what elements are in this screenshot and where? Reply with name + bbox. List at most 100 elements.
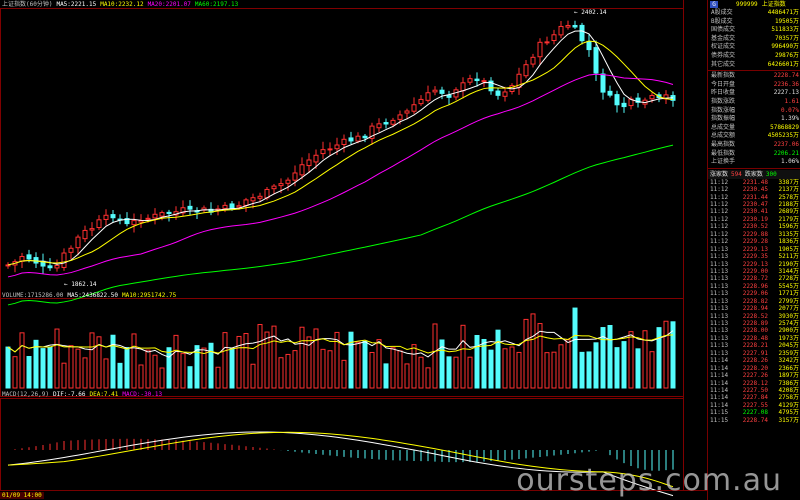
candle (446, 94, 452, 98)
candle (257, 195, 263, 199)
tick-row[interactable]: 11:12 2229.28 1836万 (708, 238, 800, 245)
volume-bar (558, 344, 564, 389)
volume-bar (208, 342, 214, 389)
tick-row[interactable]: 11:12 2231.44 2578万 (708, 194, 800, 201)
tick-row[interactable]: 11:14 2227.55 4129万 (708, 402, 800, 409)
candle (558, 25, 564, 36)
volume-header: VOLUME:1715286.00 MA5:2436822.50 MA10:2951… (2, 292, 180, 300)
tick-row[interactable]: 11:13 2228.72 2728万 (708, 275, 800, 282)
quote-row: 最低指数 2206.21 (711, 149, 799, 157)
volume-bar (663, 320, 669, 389)
tick-row[interactable]: 11:14 2227.84 2758万 (708, 394, 800, 401)
volume-bar (495, 329, 501, 389)
tick-row[interactable]: 11:12 2230.41 2689万 (708, 208, 800, 215)
tick-row[interactable]: 11:13 2228.94 2077万 (708, 305, 800, 312)
tick-row[interactable]: 11:13 2228.48 1973万 (708, 335, 800, 342)
candle (614, 94, 620, 106)
tick-row[interactable]: 11:15 2227.08 4795万 (708, 409, 800, 416)
volume-bar (124, 347, 130, 389)
volume-bar (579, 351, 585, 389)
candle (523, 64, 529, 77)
tick-row[interactable]: 11:13 2229.06 1771万 (708, 290, 800, 297)
candle (47, 265, 53, 269)
candle (299, 164, 305, 176)
tick-row[interactable]: 11:14 2228.20 2366万 (708, 365, 800, 372)
candle (327, 148, 333, 151)
ma5-label: MA5:2221.15 (56, 1, 97, 8)
grid-icon[interactable]: G (710, 1, 718, 8)
tick-row[interactable]: 11:13 2229.13 2190万 (708, 261, 800, 268)
tick-row[interactable]: 11:13 2228.21 2045万 (708, 342, 800, 349)
tick-row[interactable]: 11:14 2227.26 1897万 (708, 372, 800, 379)
turnover-stats: A股成交 4486471万 B股成交 19505万 国债成交 511833万 基金成交 703… (708, 9, 800, 69)
candle (222, 204, 228, 209)
tick-row[interactable]: 11:12 2230.45 2137万 (708, 186, 800, 193)
candle (187, 205, 193, 210)
tick-row[interactable]: 11:13 2228.96 5545万 (708, 283, 800, 290)
tick-row[interactable]: 11:12 2230.47 2188万 (708, 201, 800, 208)
tick-row[interactable]: 11:14 2227.50 4208万 (708, 387, 800, 394)
tick-row[interactable]: 11:13 2228.00 2900万 (708, 327, 800, 334)
volume-bar (432, 323, 438, 389)
high-annotation: ← 2402.14 (574, 9, 607, 16)
volume-bar (621, 341, 627, 389)
advance-decline: 涨家数 594 跌家数 300 (708, 169, 800, 179)
tick-row[interactable]: 11:13 2228.82 2799万 (708, 298, 800, 305)
index-code: 999999 (736, 1, 758, 8)
volume-bar (264, 331, 270, 389)
candle (502, 91, 508, 97)
candle (250, 197, 256, 202)
candle (313, 154, 319, 163)
tick-row[interactable]: 11:13 2228.52 3930万 (708, 313, 800, 320)
volume-bar (446, 356, 452, 389)
volume-bar (649, 351, 655, 389)
volume-bar (68, 345, 74, 389)
turnover-row: A股成交 4486471万 (711, 9, 799, 16)
tick-row[interactable]: 11:12 2231.48 3387万 (708, 179, 800, 186)
volume-bar (131, 333, 137, 389)
volume-bar (551, 351, 557, 389)
ma10-line (7, 40, 674, 266)
candle (390, 119, 396, 125)
tick-row[interactable]: 11:13 2228.89 2574万 (708, 320, 800, 327)
tick-row[interactable]: 11:12 2229.88 3135万 (708, 231, 800, 238)
volume-bar (544, 352, 550, 389)
candle (75, 236, 81, 249)
volume-bar (383, 363, 389, 389)
volume-ma5-label: MA5:2436822.50 (67, 292, 118, 299)
volume-bar (404, 363, 410, 389)
volume-bar (565, 339, 571, 389)
tick-row[interactable]: 11:13 2229.00 3144万 (708, 268, 800, 275)
candle (481, 80, 487, 83)
tick-list[interactable]: 11:12 2231.48 3387万 11:12 2230.45 2137万 11:12 2… (708, 179, 800, 424)
tick-row[interactable]: 11:13 2227.91 2359万 (708, 350, 800, 357)
candle (110, 214, 116, 219)
volume-bar (110, 334, 116, 389)
tick-row[interactable]: 11:13 2229.13 1905万 (708, 246, 800, 253)
volume-bar (488, 349, 494, 389)
tick-row[interactable]: 11:15 2228.74 3157万 (708, 417, 800, 424)
chart-area[interactable] (0, 0, 707, 500)
volume-bar (250, 363, 256, 389)
turnover-row: 权证成交 996490万 (711, 43, 799, 51)
tick-row[interactable]: 11:14 2228.12 7386万 (708, 380, 800, 387)
tick-row[interactable]: 11:14 2228.26 3242万 (708, 357, 800, 364)
tick-row[interactable]: 11:12 2230.19 2179万 (708, 216, 800, 223)
volume-bar (481, 338, 487, 389)
macd-value-label: MACD:-30.13 (122, 391, 163, 398)
volume-bar (320, 348, 326, 389)
volume-bar (607, 325, 613, 389)
candle (355, 135, 361, 142)
candle (54, 265, 60, 269)
volume-bar (285, 353, 291, 389)
turnover-row: 其它成交 6426601万 (711, 60, 799, 68)
candle (404, 110, 410, 114)
panel-title: G 999999 上证指数 (708, 0, 800, 9)
candle (495, 90, 501, 96)
volume-bar (453, 356, 459, 389)
tick-row[interactable]: 11:13 2229.35 5211万 (708, 253, 800, 260)
candle (271, 185, 277, 190)
tick-row[interactable]: 11:12 2230.52 1596万 (708, 223, 800, 230)
candle (572, 24, 578, 28)
candle (397, 114, 403, 120)
